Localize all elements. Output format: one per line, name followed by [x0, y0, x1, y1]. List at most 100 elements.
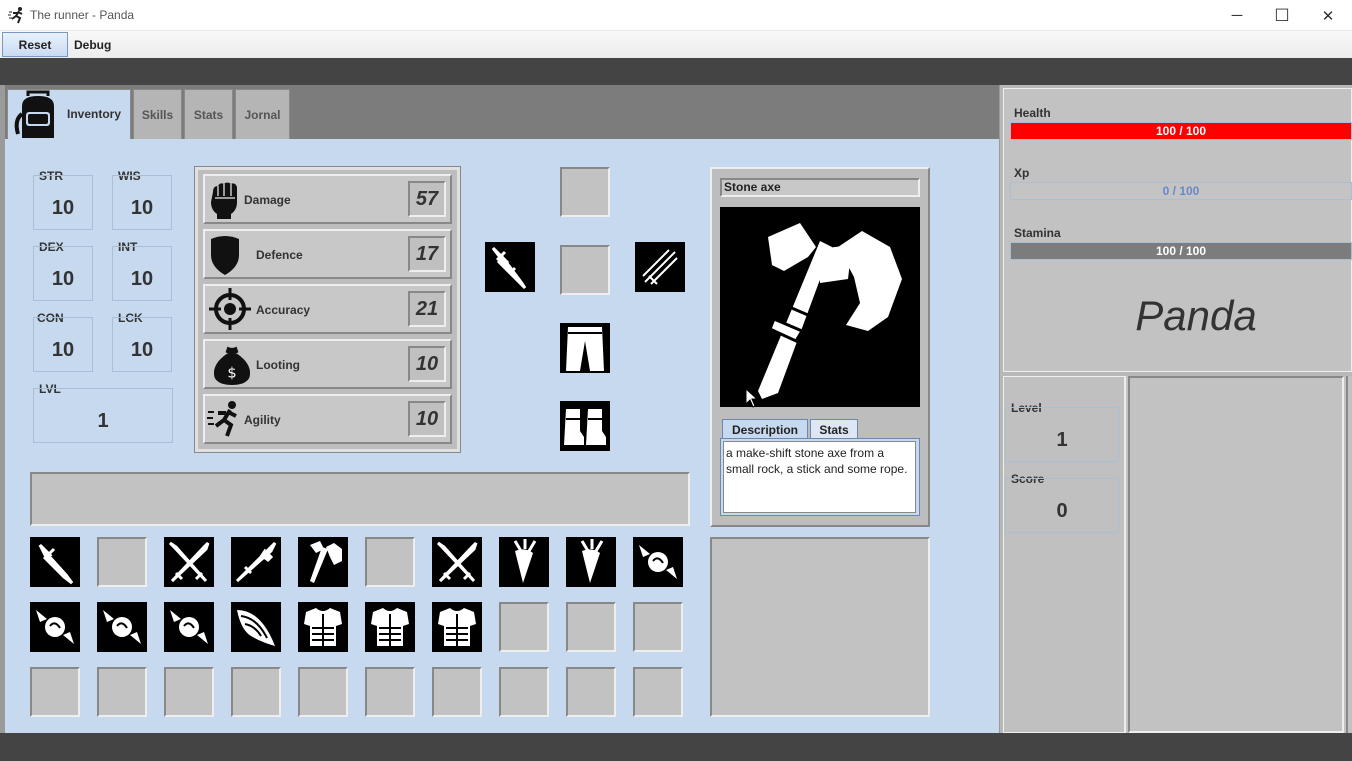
stone-axe-icon	[310, 541, 342, 583]
shield-icon	[211, 236, 239, 275]
inventory-slot[interactable]	[432, 667, 482, 717]
running-man-icon	[8, 7, 23, 24]
inventory-slot[interactable]	[164, 667, 214, 717]
inventory-slot[interactable]	[633, 537, 683, 587]
inventory-slot[interactable]	[30, 602, 80, 652]
inventory-slot[interactable]	[298, 667, 348, 717]
secondary-detail-panel	[710, 537, 930, 717]
item-image	[720, 207, 920, 407]
health-label: Health	[1014, 106, 1051, 120]
equip-slot-chest[interactable]	[560, 245, 610, 295]
chest-armor-icon	[438, 608, 476, 646]
title-bar: The runner - Panda ─ ☐ ✕	[0, 0, 1352, 31]
attribute-agility: Agility 10	[203, 394, 452, 444]
dagger-icon	[491, 246, 527, 290]
inventory-slot[interactable]	[499, 602, 549, 652]
tab-inventory-label: Inventory	[67, 107, 122, 121]
message-bar	[30, 472, 690, 526]
carrot-icon	[513, 539, 537, 583]
inventory-slot[interactable]	[30, 537, 80, 587]
inventory-slot[interactable]	[231, 667, 281, 717]
equip-slot-weapon-left[interactable]	[485, 242, 535, 292]
maximize-button[interactable]: ☐	[1259, 0, 1305, 31]
equip-slot-legs[interactable]	[560, 323, 610, 373]
candy-icon	[103, 610, 141, 644]
inventory-slot[interactable]	[499, 667, 549, 717]
inventory-slot[interactable]	[633, 667, 683, 717]
tab-stats[interactable]: Stats	[184, 89, 233, 139]
inventory-slot[interactable]	[164, 602, 214, 652]
window-title: The runner - Panda	[30, 8, 135, 22]
right-edge-panel	[1346, 376, 1352, 733]
inventory-slot[interactable]	[566, 602, 616, 652]
item-name: Stone axe	[720, 178, 920, 197]
reset-button[interactable]: Reset	[2, 32, 68, 57]
health-text: 100 / 100	[1155, 124, 1207, 138]
stat-lck-value: 10	[130, 339, 154, 361]
inventory-slot[interactable]	[97, 602, 147, 652]
inventory-slot[interactable]	[97, 667, 147, 717]
tab-inventory[interactable]: Inventory	[7, 89, 131, 141]
close-button[interactable]: ✕	[1305, 0, 1351, 31]
top-separator	[0, 58, 1352, 85]
inventory-slot[interactable]	[164, 537, 214, 587]
inventory-slot[interactable]	[30, 667, 80, 717]
inventory-slot[interactable]	[365, 537, 415, 587]
attribute-damage: Damage 57	[203, 174, 452, 224]
tab-description[interactable]: Description	[722, 419, 808, 439]
side-info-panel	[1128, 376, 1344, 733]
tab-journal[interactable]: Jornal	[235, 89, 290, 139]
stone-axe-icon	[758, 223, 902, 399]
stat-wis-value: 10	[130, 197, 154, 219]
tab-skills[interactable]: Skills	[133, 89, 182, 139]
attribute-looting: $ Looting 10	[203, 339, 452, 389]
inventory-slot[interactable]	[432, 602, 482, 652]
xp-label: Xp	[1014, 166, 1030, 180]
equip-slot-weapon-right[interactable]	[635, 242, 685, 292]
wing-icon	[237, 610, 275, 646]
chest-armor-icon	[371, 608, 409, 646]
inventory-slot[interactable]	[298, 537, 348, 587]
stat-str-value: 10	[51, 197, 75, 219]
health-bar: 100 / 100	[1010, 122, 1352, 140]
minimize-button[interactable]: ─	[1214, 0, 1260, 31]
attribute-accuracy: Accuracy 21	[203, 284, 452, 334]
crossed-swords-icon	[436, 541, 478, 583]
player-name: Panda	[1135, 292, 1257, 339]
candy-icon	[639, 545, 677, 579]
money-bag-icon: $	[213, 346, 251, 385]
inventory-slot[interactable]	[499, 537, 549, 587]
carrot-icon	[580, 539, 604, 583]
inventory-slot[interactable]	[231, 537, 281, 587]
debug-menu[interactable]: Debug	[74, 38, 111, 52]
attribute-damage-label: Damage	[244, 193, 291, 207]
attribute-accuracy-label: Accuracy	[256, 303, 311, 317]
inventory-slot[interactable]	[231, 602, 281, 652]
inventory-slot[interactable]	[432, 537, 482, 587]
equip-slot-feet[interactable]	[560, 401, 610, 451]
tab-item-stats[interactable]: Stats	[810, 419, 858, 439]
claws-icon	[642, 249, 678, 285]
item-description: a make-shift stone axe from a small rock…	[723, 441, 916, 513]
stamina-label: Stamina	[1014, 226, 1061, 240]
inventory-slot[interactable]	[365, 602, 415, 652]
menu-bar: Reset Debug	[0, 31, 1352, 58]
score-value: 0	[1056, 500, 1068, 522]
attribute-defence-value: 17	[408, 236, 446, 272]
inventory-slot[interactable]	[365, 667, 415, 717]
attribute-damage-value: 57	[408, 181, 446, 217]
inventory-slot[interactable]	[298, 602, 348, 652]
attribute-agility-value: 10	[408, 401, 446, 437]
attribute-defence: Defence 17	[203, 229, 452, 279]
running-man-icon	[207, 401, 237, 437]
stat-con-value: 10	[51, 339, 75, 361]
inventory-slot[interactable]	[566, 667, 616, 717]
crossed-swords-icon	[168, 541, 210, 583]
sword-pair-icon	[235, 541, 277, 583]
fist-icon	[211, 182, 237, 219]
stat-int-value: 10	[130, 268, 154, 290]
inventory-slot[interactable]	[97, 537, 147, 587]
inventory-slot[interactable]	[566, 537, 616, 587]
inventory-slot[interactable]	[633, 602, 683, 652]
equip-slot-head[interactable]	[560, 167, 610, 217]
